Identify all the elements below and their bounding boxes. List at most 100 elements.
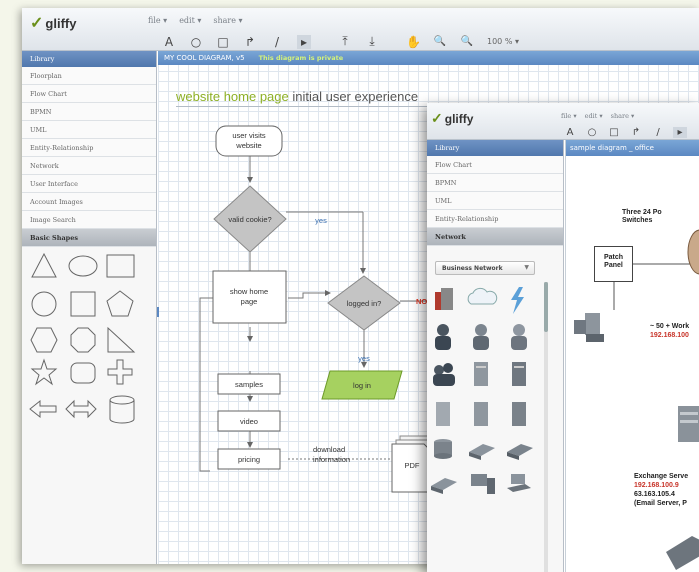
left-arrow-shape-icon[interactable] xyxy=(29,399,57,419)
sidebar-item-user-interface[interactable]: User Interface xyxy=(22,175,156,193)
sidebar-item-account-images[interactable]: Account Images xyxy=(22,193,156,211)
user-group-icon[interactable] xyxy=(433,363,455,386)
sidebar-item-flow-chart[interactable]: Flow Chart xyxy=(22,85,156,103)
user-icon-1[interactable] xyxy=(435,324,451,350)
top-toolbar: ✓ gliffy file ▾ edit ▾ share ▾ A ○ □ ↱ /… xyxy=(22,8,699,51)
sidebar2-item-network[interactable]: Network xyxy=(427,228,563,246)
line-tool-icon-2[interactable]: / xyxy=(651,127,665,138)
hexagon-shape-icon[interactable] xyxy=(30,327,58,353)
menu-share[interactable]: share ▾ xyxy=(213,16,242,25)
line-tool-icon[interactable]: / xyxy=(270,35,284,49)
router-icon[interactable] xyxy=(431,478,457,494)
text-tool-icon[interactable]: A xyxy=(162,35,176,49)
triangle-shape-icon[interactable] xyxy=(31,252,57,278)
workstation-icon[interactable] xyxy=(471,474,495,494)
gliffy-logo-icon: ✓ xyxy=(30,15,44,32)
text-tool-icon-2[interactable]: A xyxy=(563,127,577,138)
palette-scrollbar-thumb[interactable] xyxy=(544,282,548,332)
flow-yes2-label: yes xyxy=(358,354,370,363)
workstation-group-icon[interactable] xyxy=(574,313,604,342)
square-shape-icon[interactable] xyxy=(70,291,96,317)
server-icon-3[interactable] xyxy=(436,402,450,426)
pointer-tool-icon[interactable]: ▸ xyxy=(297,34,311,49)
zoom-in-icon[interactable]: 🔍 xyxy=(433,36,447,47)
flow-download-line1: download xyxy=(313,445,345,454)
exchange-ip-1: 192.168.100.9 xyxy=(634,482,679,489)
bring-front-icon[interactable]: ⤒ xyxy=(338,34,352,49)
sidebar-item-image-search[interactable]: Image Search xyxy=(22,211,156,229)
database-icon[interactable] xyxy=(434,439,452,459)
double-arrow-shape-icon[interactable] xyxy=(65,399,97,419)
connector-tool-icon-2[interactable]: ↱ xyxy=(629,127,643,138)
gliffy-logo: ✓ gliffy xyxy=(30,15,77,32)
right-triangle-shape-icon[interactable] xyxy=(107,326,136,353)
exchange-ip-2: 63.163.105.4 xyxy=(634,491,675,498)
sidebar-item-basic-shapes[interactable]: Basic Shapes xyxy=(22,229,156,247)
server-icon-1[interactable] xyxy=(474,362,488,386)
cylinder-shape-icon[interactable] xyxy=(109,395,135,424)
zoom-select[interactable]: 100 % ▾ xyxy=(487,37,519,46)
menu-edit-2[interactable]: edit ▾ xyxy=(585,112,603,120)
library-sidebar-2: Library Flow Chart BPMN UML Entity-Relat… xyxy=(427,140,564,572)
ellipse-shape-icon[interactable] xyxy=(68,255,98,277)
sidebar-item-uml[interactable]: UML xyxy=(22,121,156,139)
cloud-icon[interactable] xyxy=(467,287,498,305)
pentagon-shape-icon[interactable] xyxy=(106,290,134,317)
server-icon-4[interactable] xyxy=(474,402,488,426)
menu-file-2[interactable]: file ▾ xyxy=(561,112,577,120)
zoom-out-icon[interactable]: 🔍 xyxy=(460,36,474,47)
cross-shape-icon[interactable] xyxy=(107,359,133,385)
drawing-tools: A ○ □ ↱ / ▸ ⤒ ⤓ ✋ 🔍 🔍 100 % ▾ xyxy=(162,34,519,49)
circle-shape-icon[interactable] xyxy=(31,291,57,317)
switch-icon-2[interactable] xyxy=(507,444,533,460)
pan-hand-icon[interactable]: ✋ xyxy=(406,35,421,49)
user-icon-2[interactable] xyxy=(473,324,489,350)
panel-resize-handle[interactable] xyxy=(157,307,159,317)
server-icon-5[interactable] xyxy=(512,402,526,426)
network-canvas[interactable]: sample diagram _ office Three 24 Po Swit… xyxy=(565,140,699,572)
rectangle-tool-icon-2[interactable]: □ xyxy=(607,127,621,138)
exchange-server-icon[interactable] xyxy=(678,406,699,442)
sidebar2-item-flow-chart[interactable]: Flow Chart xyxy=(427,156,563,174)
flow-node-start-line2: website xyxy=(235,141,261,150)
ellipse-tool-icon[interactable]: ○ xyxy=(189,35,203,49)
ellipse-tool-icon-2[interactable]: ○ xyxy=(585,127,599,138)
network-window: ✓ gliffy file ▾ edit ▾ share ▾ A ○ □ ↱ /… xyxy=(427,103,699,572)
flow-node-pricing-label: pricing xyxy=(238,455,260,464)
menu-file[interactable]: file ▾ xyxy=(148,16,167,25)
flow-download-line2: information xyxy=(313,455,350,464)
business-network-dropdown[interactable]: Business Network ▼ xyxy=(435,261,535,275)
sidebar-item-floorplan[interactable]: Floorplan xyxy=(22,67,156,85)
server-icon-2[interactable] xyxy=(512,362,526,386)
rectangle-shape-icon[interactable] xyxy=(106,254,135,278)
send-back-icon[interactable]: ⤓ xyxy=(365,34,379,49)
exchange-note: (Email Server, P xyxy=(634,500,687,507)
lightning-icon[interactable] xyxy=(511,287,524,314)
laptop-icon[interactable] xyxy=(507,474,531,492)
pointer-tool-icon-2[interactable]: ▸ xyxy=(673,127,687,138)
basic-shapes-palette xyxy=(30,252,136,386)
library-header-2: Library xyxy=(427,140,563,156)
main-menu-2: file ▾ edit ▾ share ▾ xyxy=(561,112,634,120)
menu-share-2[interactable]: share ▾ xyxy=(611,112,635,120)
switch-icon-1[interactable] xyxy=(469,444,495,460)
rounded-rect-shape-icon[interactable] xyxy=(70,362,96,384)
router-device-icon[interactable] xyxy=(666,536,699,570)
sidebar2-item-bpmn[interactable]: BPMN xyxy=(427,174,563,192)
octagon-shape-icon[interactable] xyxy=(70,327,96,353)
sidebar-item-network[interactable]: Network xyxy=(22,157,156,175)
user-icon-3[interactable] xyxy=(511,324,527,350)
library-header: Library xyxy=(22,51,156,67)
firewall-icon[interactable] xyxy=(435,288,453,310)
star-shape-icon[interactable] xyxy=(30,358,58,386)
palette-scrollbar[interactable] xyxy=(544,282,548,572)
menu-edit[interactable]: edit ▾ xyxy=(179,16,201,25)
library-sidebar: Library Floorplan Flow Chart BPMN UML En… xyxy=(22,51,157,564)
connector-tool-icon[interactable]: ↱ xyxy=(243,35,257,49)
sidebar2-item-entity-relationship[interactable]: Entity-Relationship xyxy=(427,210,563,228)
sidebar-item-bpmn[interactable]: BPMN xyxy=(22,103,156,121)
sidebar2-item-uml[interactable]: UML xyxy=(427,192,563,210)
sidebar-item-entity-relationship[interactable]: Entity-Relationship xyxy=(22,139,156,157)
rectangle-tool-icon[interactable]: □ xyxy=(216,35,230,49)
switch-stack-icon[interactable] xyxy=(687,229,699,275)
